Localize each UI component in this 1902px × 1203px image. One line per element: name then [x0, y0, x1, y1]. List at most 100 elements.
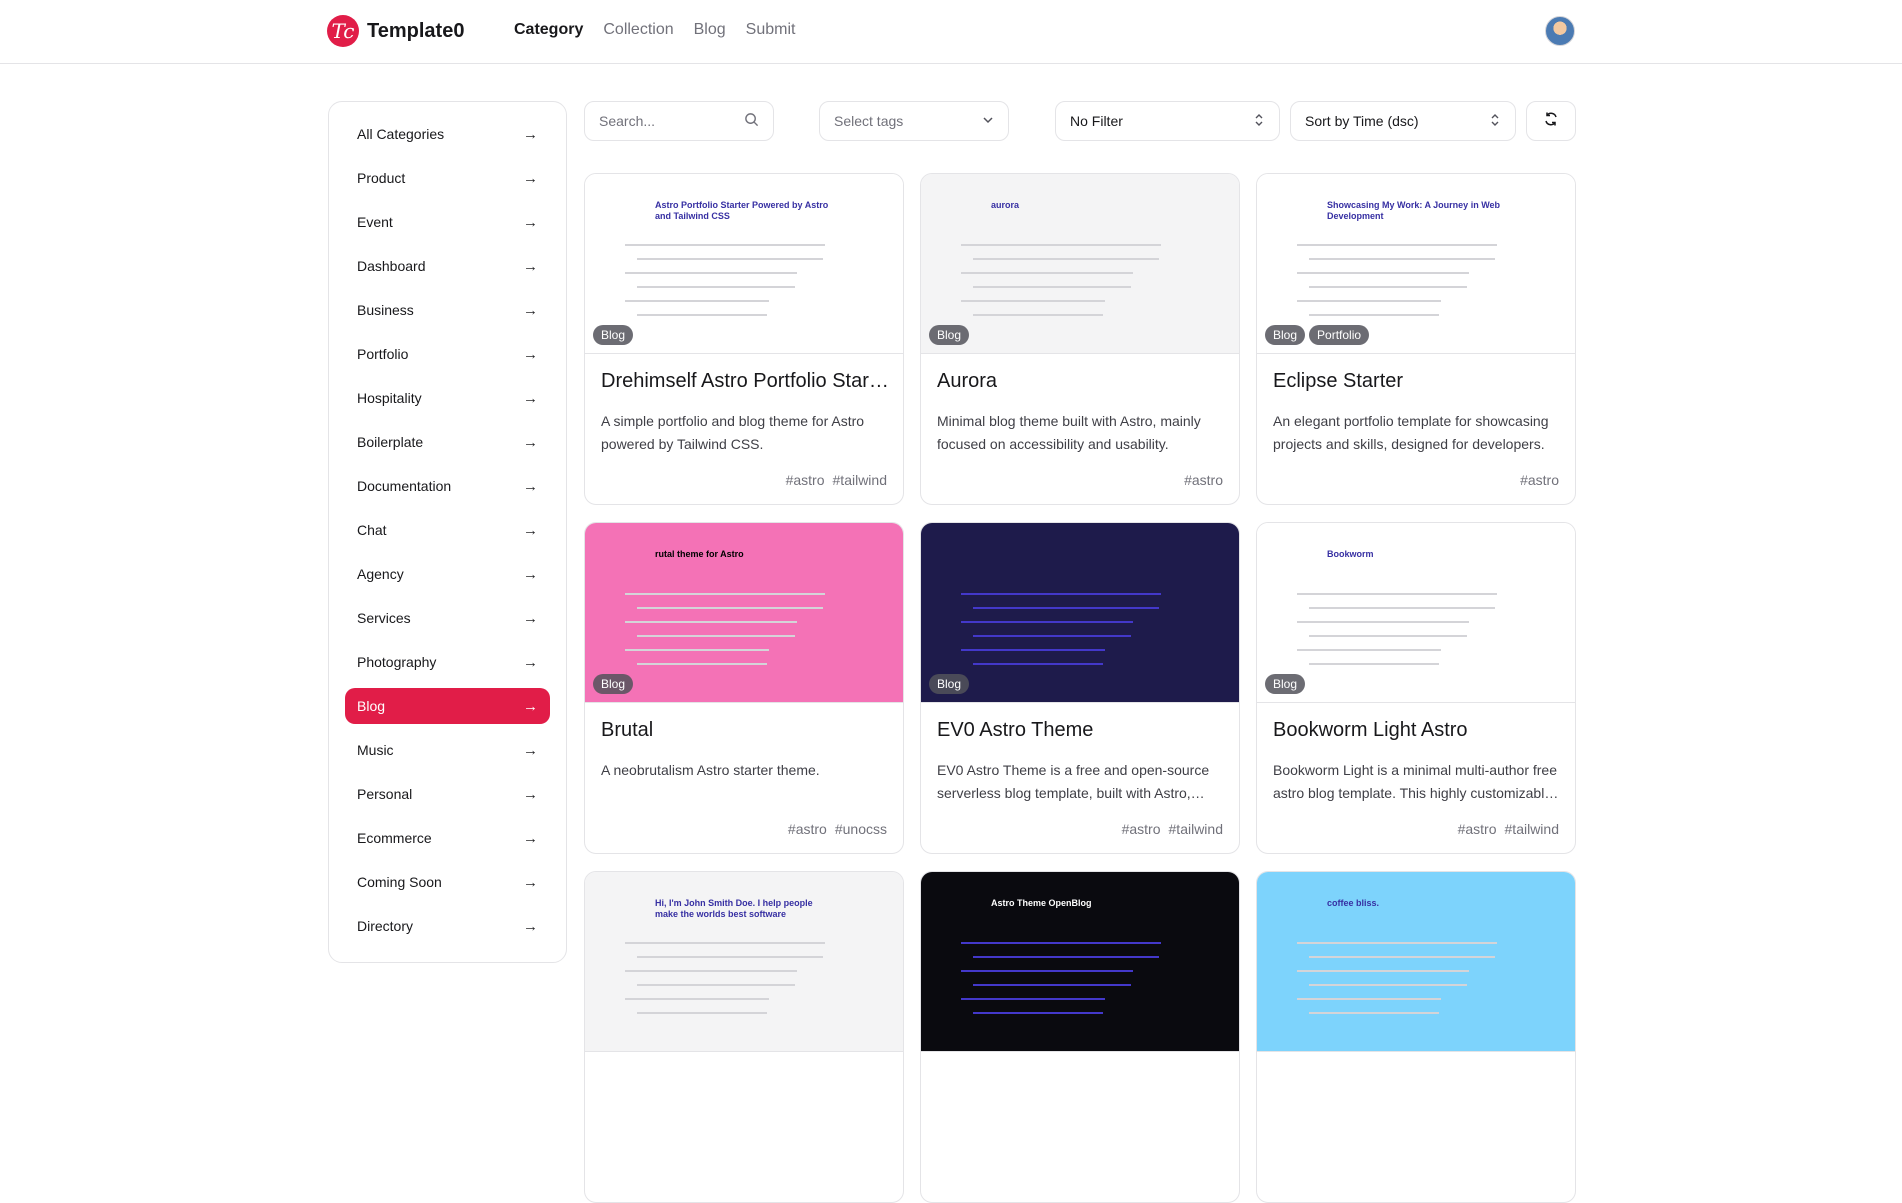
- arrow-right-icon: →: [523, 169, 538, 187]
- category-badge[interactable]: Blog: [1265, 674, 1306, 694]
- tag-link[interactable]: #astro: [788, 821, 827, 837]
- arrow-right-icon: →: [523, 521, 538, 539]
- sidebar-item-photography[interactable]: Photography →: [345, 644, 550, 680]
- sidebar-item-portfolio[interactable]: Portfolio →: [345, 336, 550, 372]
- sidebar-item-hospitality[interactable]: Hospitality →: [345, 380, 550, 416]
- sidebar-item-documentation[interactable]: Documentation →: [345, 468, 550, 504]
- nav-category[interactable]: Category: [514, 21, 583, 39]
- thumbnail-decoration: [1297, 942, 1497, 944]
- thumbnail-decoration: [625, 970, 797, 972]
- tag-link[interactable]: #astro: [1520, 472, 1559, 488]
- category-badge[interactable]: Blog: [593, 674, 634, 694]
- template-card[interactable]: rutal theme for Astro Blog Brutal A neobrut…: [584, 522, 904, 854]
- nav-blog[interactable]: Blog: [694, 21, 726, 39]
- thumbnail-decoration: [625, 942, 825, 944]
- thumbnail-decoration: [1297, 649, 1441, 651]
- thumbnail-decoration: [1297, 300, 1441, 302]
- sidebar-item-label: Hospitality: [357, 390, 422, 406]
- tag-link[interactable]: #astro: [1184, 472, 1223, 488]
- sidebar-item-boilerplate[interactable]: Boilerplate →: [345, 424, 550, 460]
- card-title[interactable]: Brutal: [601, 719, 891, 742]
- sidebar-item-services[interactable]: Services →: [345, 600, 550, 636]
- card-title[interactable]: Aurora: [937, 370, 1227, 393]
- sidebar-item-label: Services: [357, 610, 411, 626]
- card-title[interactable]: Bookworm Light Astro: [1273, 719, 1563, 742]
- card-thumbnail: Astro Portfolio Starter Powered by Astro…: [585, 174, 903, 354]
- search-input[interactable]: Search...: [584, 101, 774, 141]
- template-card[interactable]: Hi, I'm John Smith Doe. I help people ma…: [584, 871, 904, 1203]
- search-icon: [744, 112, 759, 130]
- refresh-button[interactable]: [1526, 101, 1576, 141]
- category-badge[interactable]: Blog: [1265, 325, 1306, 345]
- sidebar-item-all-categories[interactable]: All Categories →: [345, 116, 550, 152]
- filter-value: No Filter: [1070, 113, 1123, 129]
- sidebar-item-personal[interactable]: Personal →: [345, 776, 550, 812]
- sort-value: Sort by Time (dsc): [1305, 113, 1419, 129]
- thumbnail-decoration: [625, 593, 825, 595]
- category-badge[interactable]: Blog: [929, 674, 970, 694]
- tag-link[interactable]: #astro: [1122, 821, 1161, 837]
- template-card[interactable]: Astro Portfolio Starter Powered by Astro…: [584, 173, 904, 505]
- thumbnail-decoration: [637, 635, 795, 637]
- thumbnail-decoration: [961, 300, 1105, 302]
- card-title[interactable]: EV0 Astro Theme: [937, 719, 1227, 742]
- sidebar-item-label: Ecommerce: [357, 830, 432, 846]
- thumbnail-decoration: [1309, 956, 1495, 958]
- arrow-right-icon: →: [523, 389, 538, 407]
- sidebar-item-dashboard[interactable]: Dashboard →: [345, 248, 550, 284]
- category-badge[interactable]: Blog: [593, 325, 634, 345]
- user-avatar[interactable]: [1545, 16, 1575, 46]
- sidebar-item-ecommerce[interactable]: Ecommerce →: [345, 820, 550, 856]
- thumbnail-decoration: [961, 998, 1105, 1000]
- thumbnail-decoration: [1309, 984, 1467, 986]
- badge-group: Blog: [593, 674, 634, 694]
- logo[interactable]: Tc Template0: [327, 15, 464, 47]
- thumbnail-text: rutal theme for Astro: [655, 549, 744, 559]
- card-title[interactable]: Drehimself Astro Portfolio Starter: [601, 370, 891, 393]
- sidebar-item-label: Business: [357, 302, 414, 318]
- sidebar-item-directory[interactable]: Directory →: [345, 908, 550, 944]
- tag-link[interactable]: #unocss: [835, 821, 887, 837]
- tag-link[interactable]: #tailwind: [1505, 821, 1559, 837]
- sidebar-item-label: Portfolio: [357, 346, 409, 362]
- template-card[interactable]: Showcasing My Work: A Journey in Web Dev…: [1256, 173, 1576, 505]
- sidebar-item-label: Chat: [357, 522, 387, 538]
- sidebar-item-music[interactable]: Music →: [345, 732, 550, 768]
- category-badge[interactable]: Portfolio: [1309, 325, 1370, 345]
- tag-link[interactable]: #astro: [786, 472, 825, 488]
- card-title[interactable]: Eclipse Starter: [1273, 370, 1563, 393]
- sidebar-item-coming-soon[interactable]: Coming Soon →: [345, 864, 550, 900]
- tag-link[interactable]: #tailwind: [833, 472, 887, 488]
- tag-link[interactable]: #tailwind: [1169, 821, 1223, 837]
- thumbnail-decoration: [625, 272, 797, 274]
- sidebar-item-agency[interactable]: Agency →: [345, 556, 550, 592]
- sort-select[interactable]: Sort by Time (dsc): [1290, 101, 1516, 141]
- sidebar-item-event[interactable]: Event →: [345, 204, 550, 240]
- category-badge[interactable]: Blog: [929, 325, 970, 345]
- sidebar-item-product[interactable]: Product →: [345, 160, 550, 196]
- sidebar-item-business[interactable]: Business →: [345, 292, 550, 328]
- sidebar-item-blog[interactable]: Blog →: [345, 688, 550, 724]
- sidebar-item-chat[interactable]: Chat →: [345, 512, 550, 548]
- tags-select[interactable]: Select tags: [819, 101, 1009, 141]
- thumbnail-decoration: [961, 244, 1161, 246]
- arrow-right-icon: →: [523, 301, 538, 319]
- template-card[interactable]: aurora Blog Aurora Minimal blog theme built…: [920, 173, 1240, 505]
- thumbnail-decoration: [973, 607, 1159, 609]
- tag-link[interactable]: #astro: [1458, 821, 1497, 837]
- filter-select[interactable]: No Filter: [1055, 101, 1280, 141]
- nav-collection[interactable]: Collection: [603, 21, 673, 39]
- thumbnail-decoration: [637, 984, 795, 986]
- card-tags: #astro: [1184, 472, 1223, 488]
- template-card[interactable]: Astro Theme OpenBlog: [920, 871, 1240, 1203]
- card-thumbnail: coffee bliss.: [1257, 872, 1575, 1052]
- template-card[interactable]: Blog EV0 Astro Theme EV0 Astro Theme is a …: [920, 522, 1240, 854]
- sidebar-item-label: Product: [357, 170, 406, 186]
- nav-submit[interactable]: Submit: [746, 21, 796, 39]
- arrow-right-icon: →: [523, 741, 538, 759]
- card-thumbnail: rutal theme for Astro Blog: [585, 523, 903, 703]
- thumbnail-decoration: [973, 314, 1103, 316]
- template-card[interactable]: coffee bliss.: [1256, 871, 1576, 1203]
- card-thumbnail: Showcasing My Work: A Journey in Web Dev…: [1257, 174, 1575, 354]
- template-card[interactable]: Bookworm Blog Bookworm Light Astro Bookworm…: [1256, 522, 1576, 854]
